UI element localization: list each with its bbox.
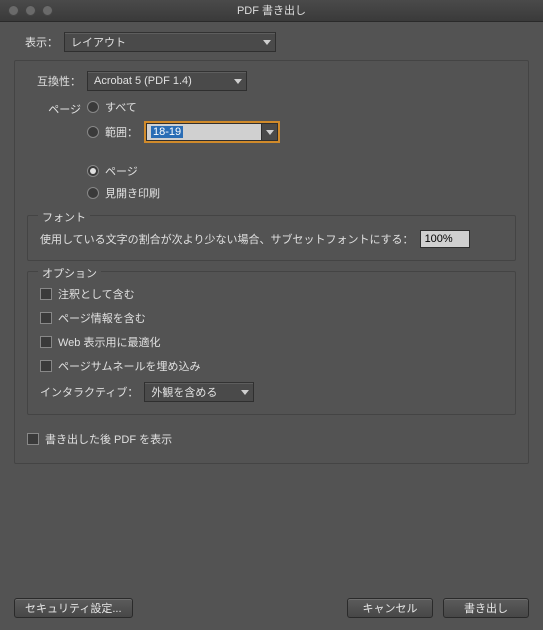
interactive-label: インタラクティブ：	[40, 384, 138, 400]
radio-all[interactable]: すべて	[87, 99, 280, 115]
chevron-down-icon	[266, 130, 274, 135]
range-dropdown[interactable]	[262, 123, 278, 141]
security-settings-button[interactable]: セキュリティ設定...	[14, 598, 133, 618]
check-annotations[interactable]: 注釈として含む	[40, 286, 503, 302]
minimize-icon	[25, 5, 36, 16]
compat-value: Acrobat 5 (PDF 1.4)	[94, 75, 192, 87]
pages-label: ページ	[27, 99, 81, 117]
interactive-select[interactable]: 外観を含める	[144, 382, 254, 402]
subset-input[interactable]: 100%	[420, 230, 470, 248]
interactive-value: 外観を含める	[151, 384, 217, 400]
zoom-icon	[42, 5, 53, 16]
traffic-lights	[8, 5, 53, 16]
radio-pages[interactable]: ページ	[87, 163, 280, 179]
check-optimize-web[interactable]: Web 表示用に最適化	[40, 334, 503, 350]
check-page-info-label: ページ情報を含む	[58, 310, 146, 326]
check-embed-thumbnails-label: ページサムネールを埋め込み	[58, 358, 201, 374]
radio-all-label: すべて	[105, 99, 137, 115]
check-embed-thumbnails[interactable]: ページサムネールを埋め込み	[40, 358, 503, 374]
subset-label: 使用している文字の割合が次より少ない場合、サブセットフォントにする：	[40, 231, 414, 247]
check-optimize-web-label: Web 表示用に最適化	[58, 334, 160, 350]
display-value: レイアウト	[71, 34, 126, 50]
check-page-info[interactable]: ページ情報を含む	[40, 310, 503, 326]
radio-icon	[87, 126, 99, 138]
range-input-wrap: 18-19	[144, 121, 280, 143]
radio-icon	[87, 101, 99, 113]
range-label: 範囲：	[105, 124, 138, 140]
checkbox-icon	[40, 288, 52, 300]
export-button[interactable]: 書き出し	[443, 598, 529, 618]
radio-spreads-label: 見開き印刷	[105, 185, 160, 201]
font-legend: フォント	[38, 209, 90, 225]
radio-icon	[87, 165, 99, 177]
subset-value: 100%	[425, 233, 453, 245]
radio-spreads[interactable]: 見開き印刷	[87, 185, 280, 201]
cancel-button[interactable]: キャンセル	[347, 598, 433, 618]
display-select[interactable]: レイアウト	[64, 32, 276, 52]
radio-range[interactable]: 範囲： 18-19	[87, 121, 280, 143]
checkbox-icon	[40, 336, 52, 348]
window-titlebar: PDF 書き出し	[0, 0, 543, 22]
compat-label: 互換性：	[27, 73, 81, 89]
chevron-down-icon	[241, 390, 249, 395]
check-annotations-label: 注釈として含む	[58, 286, 135, 302]
checkbox-icon	[40, 312, 52, 324]
checkbox-icon	[27, 433, 39, 445]
chevron-down-icon	[263, 40, 271, 45]
checkbox-icon	[40, 360, 52, 372]
radio-pages-label: ページ	[105, 163, 138, 179]
options-legend: オプション	[38, 265, 101, 281]
compat-select[interactable]: Acrobat 5 (PDF 1.4)	[87, 71, 247, 91]
close-icon[interactable]	[8, 5, 19, 16]
chevron-down-icon	[234, 79, 242, 84]
check-view-after-label: 書き出した後 PDF を表示	[45, 431, 172, 447]
display-label: 表示：	[18, 34, 58, 50]
range-value: 18-19	[151, 126, 183, 138]
window-title: PDF 書き出し	[237, 5, 306, 17]
check-view-after[interactable]: 書き出した後 PDF を表示	[27, 431, 516, 447]
range-input[interactable]: 18-19	[146, 123, 262, 141]
radio-icon	[87, 187, 99, 199]
